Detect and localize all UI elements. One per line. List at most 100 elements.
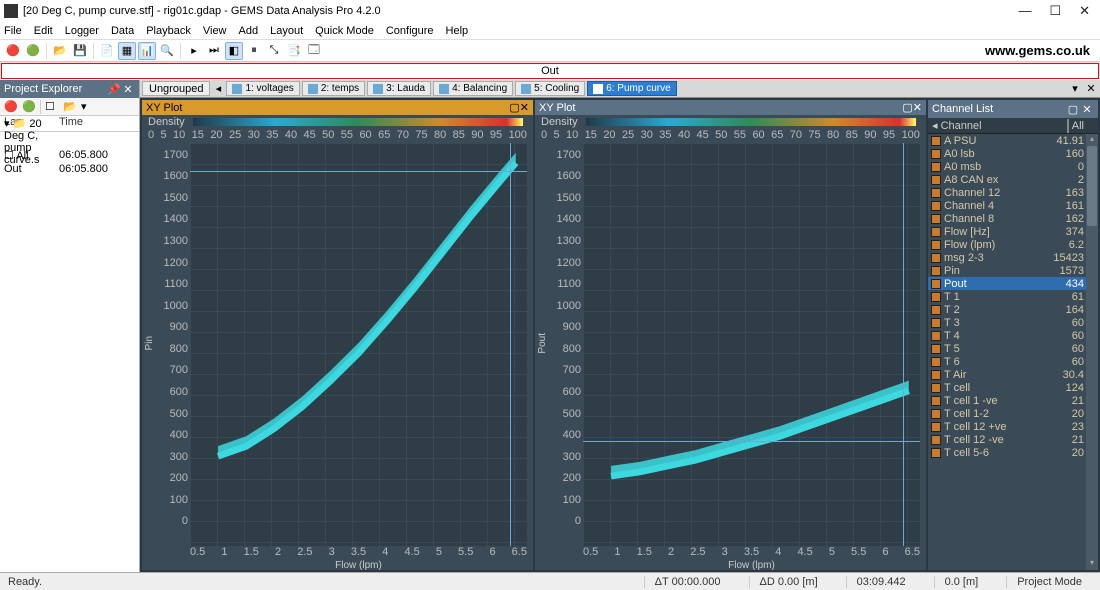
panel-close-icon[interactable]: ✕ [1080, 103, 1094, 116]
tab-pump-curve[interactable]: 6: Pump curve [587, 81, 676, 96]
channel-row[interactable]: T 460 [928, 329, 1098, 342]
tab-cooling[interactable]: 5: Cooling [515, 81, 585, 96]
exp-btn-3[interactable]: ☐ [45, 100, 59, 114]
tool-window-icon[interactable]: 🗔 [305, 42, 323, 60]
channel-row[interactable]: Pout434 [928, 277, 1098, 290]
channel-row[interactable]: T 660 [928, 355, 1098, 368]
exp-btn-4[interactable]: 📂 [63, 100, 77, 114]
menu-add[interactable]: Add [239, 25, 259, 37]
channel-row[interactable]: msg 2-315423 [928, 251, 1098, 264]
tool-pause-icon[interactable]: ⏸ [245, 42, 263, 60]
plot-close-icon[interactable]: ✕ [520, 101, 529, 114]
menu-file[interactable]: File [4, 25, 22, 37]
channel-row[interactable]: Channel 8162 [928, 212, 1098, 225]
channel-row[interactable]: A PSU41.91 [928, 134, 1098, 147]
menu-configure[interactable]: Configure [386, 25, 434, 37]
exp-btn-2[interactable]: 🟢 [22, 100, 36, 114]
plot-close-icon[interactable]: ✕ [913, 101, 922, 114]
channel-row[interactable]: T cell 1 -ve21 [928, 394, 1098, 407]
channel-row[interactable]: Flow [Hz]374 [928, 225, 1098, 238]
channel-row[interactable]: T 2164 [928, 303, 1098, 316]
channel-row[interactable]: Pin1573 [928, 264, 1098, 277]
channel-row[interactable]: T cell124 [928, 381, 1098, 394]
scroll-down-icon[interactable]: ▾ [1086, 558, 1098, 570]
minimize-button[interactable]: — [1018, 3, 1031, 19]
channel-scrollbar[interactable]: ▴ ▾ [1086, 134, 1098, 570]
channel-col-name[interactable]: ◂ Channel [928, 119, 1050, 132]
tab-group[interactable]: Ungrouped [142, 81, 210, 96]
panel-close-icon[interactable]: ✕ [121, 83, 135, 96]
tool-cursor-icon[interactable]: ⤡ [265, 42, 283, 60]
pin-icon[interactable]: ▢ [1066, 103, 1080, 116]
menu-logger[interactable]: Logger [65, 25, 99, 37]
tool-step-icon[interactable]: ⏭ [205, 42, 223, 60]
channel-col-all[interactable]: All [1050, 120, 1098, 132]
tab-balancing[interactable]: 4: Balancing [433, 81, 513, 96]
channel-row[interactable]: T Air30.4 [928, 368, 1098, 381]
channel-row[interactable]: A0 msb0 [928, 160, 1098, 173]
channel-row[interactable]: Flow (lpm)6.2 [928, 238, 1098, 251]
tree-row[interactable]: ▾ 📁 20 Deg C, pump curve.s [4, 134, 135, 148]
tool-save-icon[interactable]: 💾 [71, 42, 89, 60]
channel-swatch-icon [931, 175, 941, 185]
channel-row[interactable]: T cell 12 +ve23 [928, 420, 1098, 433]
tab-icon [373, 84, 383, 94]
channel-row[interactable]: T 161 [928, 290, 1098, 303]
channel-row[interactable]: T cell 1-220 [928, 407, 1098, 420]
exp-btn-5[interactable]: ▾ [81, 100, 95, 114]
tabs-close-icon[interactable]: ✕ [1084, 82, 1098, 95]
plot-max-icon[interactable]: ▢ [509, 101, 519, 114]
tool-export-icon[interactable]: 📑 [285, 42, 303, 60]
crosshair-h [190, 171, 527, 172]
xy-plot-left[interactable]: XY Plot▢✕ Density 0510152025303540455055… [142, 100, 533, 570]
pin-icon[interactable]: 📌 [107, 83, 121, 96]
channel-row[interactable]: T cell 12 -ve21 [928, 433, 1098, 446]
tool-play-icon[interactable]: ▸ [185, 42, 203, 60]
tabs-menu-icon[interactable]: ▾ [1068, 82, 1082, 95]
menu-edit[interactable]: Edit [34, 25, 53, 37]
density-bar [193, 118, 523, 126]
tool-chart-icon[interactable]: 📊 [138, 42, 156, 60]
tool-grid-icon[interactable]: ▦ [118, 42, 136, 60]
menu-help[interactable]: Help [446, 25, 469, 37]
menu-playback[interactable]: Playback [146, 25, 191, 37]
close-button[interactable]: ✕ [1079, 3, 1090, 19]
center-pane: Ungrouped ◂ 1: voltages2: temps3: Lauda4… [140, 80, 1100, 572]
chart-canvas-left[interactable] [190, 143, 527, 546]
explorer-tree[interactable]: ▾ 📁 20 Deg C, pump curve.s ☐ All06:05.80… [0, 132, 139, 572]
menu-layout[interactable]: Layout [270, 25, 303, 37]
channel-row[interactable]: A8 CAN ex2 [928, 173, 1098, 186]
tool-marker-icon[interactable]: ◧ [225, 42, 243, 60]
tool-doc-icon[interactable]: 📄 [98, 42, 116, 60]
maximize-button[interactable]: ☐ [1049, 3, 1061, 19]
channel-row[interactable]: T cell 5-620 [928, 446, 1098, 459]
tab-nav-left[interactable]: ◂ [212, 82, 224, 95]
menu-data[interactable]: Data [111, 25, 134, 37]
crosshair-v [903, 143, 904, 546]
tree-row[interactable]: Out06:05.800 [4, 162, 135, 176]
tab-voltages[interactable]: 1: voltages [226, 81, 299, 96]
tool-open-icon[interactable]: 🟢 [24, 42, 42, 60]
channel-row[interactable]: T 560 [928, 342, 1098, 355]
channel-row[interactable]: A0 lsb160 [928, 147, 1098, 160]
chart-canvas-right[interactable] [583, 143, 920, 546]
channel-list: Channel List▢✕ ◂ Channel All A PSU41.91A… [928, 100, 1098, 570]
tree-row[interactable]: ☐ All06:05.800 [4, 148, 135, 162]
scroll-thumb[interactable] [1087, 146, 1097, 226]
tool-new-icon[interactable]: 🔴 [4, 42, 22, 60]
exp-btn-1[interactable]: 🔴 [4, 100, 18, 114]
plot-max-icon[interactable]: ▢ [902, 101, 912, 114]
scroll-up-icon[interactable]: ▴ [1086, 134, 1098, 146]
channel-row[interactable]: T 360 [928, 316, 1098, 329]
tab-lauda[interactable]: 3: Lauda [367, 81, 431, 96]
xy-plot-right[interactable]: XY Plot▢✕ Density 0510152025303540455055… [535, 100, 926, 570]
channel-row[interactable]: Channel 4161 [928, 199, 1098, 212]
menu-view[interactable]: View [203, 25, 227, 37]
tool-zoom-icon[interactable]: 🔍 [158, 42, 176, 60]
tool-folder-icon[interactable]: 📂 [51, 42, 69, 60]
menu-quick-mode[interactable]: Quick Mode [315, 25, 374, 37]
channel-swatch-icon [931, 214, 941, 224]
channel-row[interactable]: Channel 12163 [928, 186, 1098, 199]
col-time[interactable]: Time [55, 116, 87, 131]
tab-temps[interactable]: 2: temps [302, 81, 365, 96]
